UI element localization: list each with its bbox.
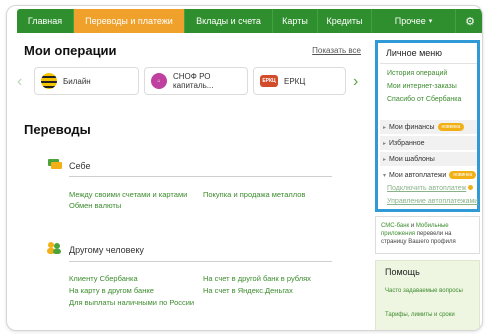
link-metals[interactable]: Покупка и продажа металлов [203,190,305,199]
personal-menu: Личное меню История операций Мои интерне… [375,40,480,212]
transfers-title: Переводы [24,122,91,137]
group-title-other-person: Другому человеку [69,245,144,255]
person-transfer-icon [47,242,61,254]
menu-row-my-templates[interactable]: ▸ Мои шаблоны [380,152,477,166]
link-spasibo[interactable]: Спасибо от Сбербанка [387,96,461,103]
triangle-right-icon: ▸ [383,124,387,131]
link-label: Подключить автоплатеж [387,185,467,192]
operation-card-label: СНОФ РО капиталь... [173,72,214,90]
money-icon [48,159,62,169]
link-sberbank-client[interactable]: Клиенту Сбербанка [69,274,138,283]
show-all-link[interactable]: Показать все [312,46,361,55]
operation-card-beeline[interactable]: Билайн [34,67,139,95]
menu-row-label: Мои финансы [389,123,435,131]
link-card-other-bank[interactable]: На карту в другом банке [69,286,154,295]
link-internet-orders[interactable]: Мои интернет-заказы [387,83,457,90]
link-sms-bank[interactable]: СМС-банк [381,223,409,229]
menu-row-label: Избранное [389,139,425,147]
operation-card-label: ЕРКЦ [284,76,306,86]
link-yandex-money[interactable]: На счет в Яндекс.Деньгах [203,286,293,295]
divider [69,176,332,177]
triangle-down-icon: ▾ [383,172,387,179]
menu-row-label: Мои автоплатежи [389,171,447,179]
operation-card-snof[interactable]: ⌂ СНОФ РО капиталь... [144,67,248,95]
help-box: Помощь Часто задаваемые вопросы Тарифы, … [375,260,480,330]
menu-row-label: Мои шаблоны [389,155,435,163]
carousel-prev-arrow-icon[interactable]: ‹ [17,73,22,91]
group-title-self: Себе [69,161,91,171]
chevron-down-icon: ▾ [428,18,433,25]
link-other-bank-rubles[interactable]: На счет в другой банк в рублях [203,274,311,283]
sms-text: и [409,223,416,229]
info-dot-icon [468,185,474,190]
triangle-right-icon: ▸ [383,156,387,163]
link-faq[interactable]: Часто задаваемые вопросы [385,287,475,295]
nav-cards[interactable]: Карты [273,9,318,33]
nav-other-label: Прочее [394,16,426,26]
operation-card-erkc[interactable]: ЕРКЦ ЕРКЦ [253,67,346,95]
house-icon: ⌂ [151,73,167,89]
gear-icon: ⚙ [465,15,475,28]
browser-frame: Главная Переводы и платежи Вклады и счет… [6,5,483,331]
top-nav: Главная Переводы и платежи Вклады и счет… [17,9,482,33]
personal-menu-title: Личное меню [386,48,443,58]
nav-transfers-label: Переводы и платежи [85,16,173,26]
nav-credits-label: Кредиты [326,16,363,26]
link-connect-autopayment[interactable]: Подключить автоплатеж [387,185,474,192]
triangle-right-icon: ▸ [383,140,387,147]
operations-title: Мои операции [24,43,117,58]
menu-row-my-finances[interactable]: ▸ Мои финансы новинка [380,120,477,134]
settings-button[interactable]: ⚙ [456,9,482,33]
beeline-logo-icon [41,73,57,89]
link-tariffs[interactable]: Тарифы, лимиты и сроки [385,311,475,319]
link-between-own-accounts[interactable]: Между своими счетами и картами [69,190,187,199]
nav-cards-label: Карты [282,16,308,26]
menu-row-favorites[interactable]: ▸ Избранное [380,136,477,150]
nav-home-label: Главная [27,16,63,26]
menu-row-autopayments[interactable]: ▾ Мои автоплатежи новинка [380,168,477,182]
nav-transfers-payments[interactable]: Переводы и платежи [74,9,185,33]
link-manage-autopayments[interactable]: Управление автоплатежами [387,198,478,205]
divider [69,261,332,262]
nav-home[interactable]: Главная [17,9,74,33]
link-currency-exchange[interactable]: Обмен валюты [69,201,121,210]
nav-credits[interactable]: Кредиты [318,9,372,33]
new-badge: новинка [437,123,465,131]
main-content: Мои операции Показать все ‹ Билайн ⌂ СНО… [17,33,365,330]
link-cash-payout[interactable]: Для выплаты наличными по России [69,298,194,307]
erkc-logo-icon: ЕРКЦ [260,75,278,87]
divider [380,63,477,64]
link-history[interactable]: История операций [387,70,447,77]
operation-card-label: Билайн [63,76,91,86]
help-title: Помощь [385,267,420,277]
nav-deposits-label: Вклады и счета [196,16,261,26]
nav-other[interactable]: Прочее ▾ [372,9,456,33]
carousel-next-arrow-icon[interactable]: › [353,73,358,91]
sms-notice: СМС-банк и Мобильные приложения перевели… [375,216,480,254]
new-badge: новинка [449,171,477,179]
nav-deposits[interactable]: Вклады и счета [185,9,273,33]
